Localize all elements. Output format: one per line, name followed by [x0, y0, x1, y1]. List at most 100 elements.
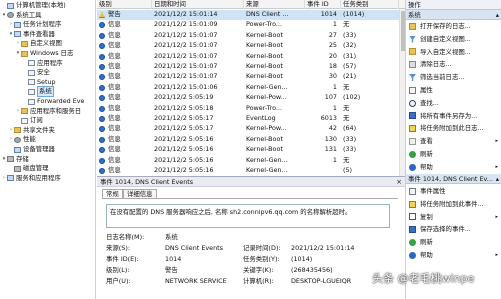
navigation-tree: 计算机管理(本地) ▾ 系统工具 › 任务计划程序 ▾ 事件查看器 › 自定义视图 ▾ Window… — [0, 0, 96, 299]
collapse-caret-icon[interactable]: ▴ — [496, 174, 499, 183]
tree-item[interactable]: ▾ 存储 — [1, 155, 29, 164]
action-item[interactable]: 刷新 — [406, 236, 501, 249]
events-table-header: 级别 日期和时间 来源 事件 ID 任务类别 — [97, 0, 405, 9]
info-icon — [99, 22, 105, 29]
tree-item[interactable]: › 应用程序和服务日 — [15, 107, 81, 116]
tree-item[interactable]: › 任务计划程序 — [8, 20, 61, 29]
event-row[interactable]: 信息 2021/12/2 15:01:07 Kernel-Boot 27 (33) — [97, 31, 405, 41]
action-item[interactable]: 保存选择的事件... — [406, 223, 501, 236]
event-task: 无 — [343, 20, 350, 29]
event-row[interactable]: 信息 2021/12/2 5:05:19 Kernel-Pow... 107 (102) — [97, 93, 405, 103]
attach-icon — [409, 125, 416, 133]
event-row[interactable]: 信息 2021/12/2 5:05:16 Kernel-Gen... (5) — [97, 166, 405, 176]
info-icon — [99, 32, 105, 39]
event-id: 42 — [328, 124, 337, 133]
event-datetime: 2021/12/2 15:01:07 — [154, 72, 218, 81]
tree-item[interactable]: 设备管理器 — [8, 145, 55, 154]
event-id: 1 — [332, 20, 337, 29]
event-row[interactable]: 信息 2021/12/2 15:01:07 Kernel-Boot 30 (21) — [97, 72, 405, 82]
event-task: (33) — [343, 134, 357, 143]
info-icon — [99, 168, 105, 174]
column-task-category[interactable]: 任务类别 — [341, 0, 399, 9]
find-icon — [409, 99, 416, 107]
event-row[interactable]: 警告 2021/12/2 15:01:14 DNS Client ... 1014 (1… — [97, 10, 405, 20]
action-item[interactable]: 创建自定义视图... — [406, 33, 501, 46]
tree-item[interactable]: 系统 — [22, 86, 54, 98]
action-item[interactable]: 将任务附加到此事件... — [406, 198, 501, 211]
event-row[interactable]: 信息 2021/12/2 5:05:18 Power-Tro... 1 无 — [97, 104, 405, 114]
action-item[interactable]: 导入自定义视图... — [406, 46, 501, 59]
tab-details[interactable]: 详细信息 — [123, 189, 157, 198]
column-datetime[interactable]: 日期和时间 — [152, 0, 244, 9]
copy-icon — [409, 213, 416, 221]
tab-general[interactable]: 常规 — [102, 189, 123, 198]
action-item[interactable]: 刷新 — [406, 148, 501, 161]
info-icon — [99, 95, 105, 102]
tree-item[interactable]: 订阅 — [15, 116, 43, 125]
logged-label: 记录时间(D): — [243, 244, 281, 252]
prop-icon — [409, 187, 416, 195]
event-row[interactable]: 信息 2021/12/2 15:01:06 Kernel-Gen... 1 无 — [97, 83, 405, 93]
event-message: 在没有配置的 DNS 服务器响应之后, 名称 sh2.connipv6.qq.c… — [106, 204, 390, 228]
tree-item[interactable]: 磁盘管理 — [8, 164, 49, 173]
level-value: 警告 — [165, 266, 178, 274]
tree-item[interactable]: › 自定义视图 — [15, 39, 62, 48]
event-row[interactable]: 信息 2021/12/2 15:01:07 Kernel-Boot 25 (32) — [97, 41, 405, 51]
action-label: 查看 — [420, 137, 433, 146]
event-id: 130 — [324, 134, 337, 143]
action-item[interactable]: 清除日志... — [406, 58, 501, 71]
tree-item[interactable]: ▾ Windows 日志 — [15, 49, 74, 58]
tree-item-label: 应用程序和服务日 — [30, 106, 82, 115]
action-label: 导入自定义视图... — [420, 47, 471, 56]
event-row[interactable]: 信息 2021/12/2 5:05:16 Kernel-Boot 130 (33) — [97, 135, 405, 145]
folder-icon — [21, 40, 28, 47]
close-icon[interactable]: × — [396, 177, 402, 187]
collapse-caret-icon[interactable]: ▴ — [496, 10, 499, 19]
folder-icon — [14, 127, 21, 134]
action-item[interactable]: 帮助 ▸ — [406, 161, 501, 174]
info-icon — [99, 64, 105, 70]
tree-item[interactable]: 安全 — [22, 68, 50, 77]
action-item[interactable]: 事件属性 — [406, 185, 501, 198]
action-label: 事件属性 — [420, 187, 446, 195]
user-label: 用户(U): — [106, 277, 131, 285]
event-row[interactable]: 信息 2021/12/2 5:05:16 Kernel-Gen... 1 无 — [97, 156, 405, 166]
column-source[interactable]: 来源 — [244, 0, 305, 9]
event-row[interactable]: 信息 2021/12/2 15:01:07 Kernel-Boot 20 (31) — [97, 52, 405, 62]
action-item[interactable]: 将任务附加到此日志... — [406, 122, 501, 135]
actions-section-event[interactable]: 事件 1014, DNS Client Ev... ▴ — [406, 174, 501, 184]
event-row[interactable]: 信息 2021/12/2 5:05:17 EventLog 6013 无 — [97, 114, 405, 124]
action-item[interactable]: 查看 ▸ — [406, 135, 501, 148]
event-level: 信息 — [108, 72, 121, 81]
info-icon — [99, 43, 105, 50]
actions-section-system[interactable]: 系统 ▴ — [406, 10, 501, 20]
action-item[interactable]: 帮助 ▸ — [406, 249, 501, 262]
prop-icon — [409, 86, 416, 94]
event-row[interactable]: 信息 2021/12/2 15:01:07 Kernel-Boot 18 (57) — [97, 62, 405, 72]
column-event-id[interactable]: 事件 ID — [305, 0, 341, 9]
action-item[interactable]: 打开保存的日志... — [406, 20, 501, 33]
tree-item[interactable]: › 性能 — [8, 135, 36, 144]
event-row[interactable]: 信息 2021/12/2 15:01:09 Power-Tro... 1 无 — [97, 20, 405, 30]
action-item[interactable]: 筛选当前日志... — [406, 71, 501, 84]
tree-item[interactable]: ▾ 系统工具 — [1, 11, 42, 20]
event-row[interactable]: 信息 2021/12/2 5:05:16 Kernel-Boot 131 (33) — [97, 145, 405, 155]
tree-item[interactable]: 应用程序 — [22, 59, 63, 68]
action-item[interactable]: 属性 — [406, 84, 501, 97]
tree-item[interactable]: › 共享文件夹 — [8, 126, 55, 135]
column-level[interactable]: 级别 — [97, 0, 152, 9]
tree-item[interactable]: Forwarded Eve — [22, 97, 84, 106]
save-icon — [409, 112, 416, 120]
event-level: 信息 — [108, 51, 121, 60]
tree-item-label: 共享文件夹 — [23, 125, 55, 134]
action-item[interactable]: 将所有事件另存为... — [406, 110, 501, 123]
event-row[interactable]: 信息 2021/12/2 5:05:17 Kernel-Pow... 42 (64) — [97, 124, 405, 134]
tree-item[interactable]: 计算机管理(本地) — [1, 1, 66, 10]
event-source: EventLog — [246, 114, 276, 122]
event-level: 信息 — [108, 166, 121, 174]
action-item[interactable]: 查找... — [406, 97, 501, 110]
tree-item[interactable]: › 服务和应用程序 — [1, 174, 61, 183]
tree-item[interactable]: ▾ 事件查看器 — [8, 30, 55, 39]
event-level: 信息 — [108, 145, 121, 154]
action-item[interactable]: 复制 ▸ — [406, 211, 501, 224]
